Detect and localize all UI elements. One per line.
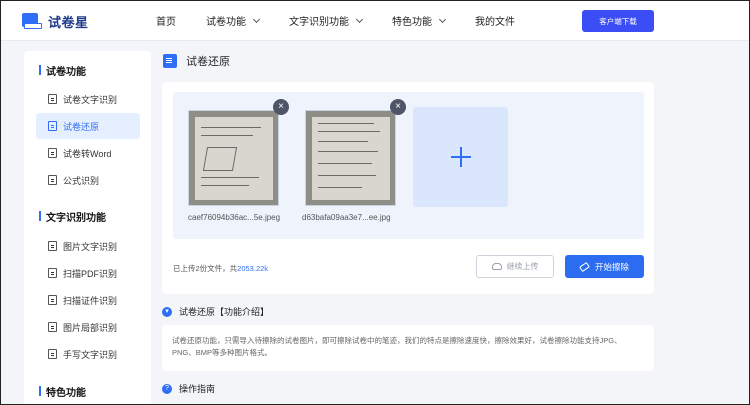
upload-card: × caef76094b36ac...5e.jpeg × d63bafa09aa… <box>162 82 654 294</box>
sidebar-group-exam: 试卷功能 <box>39 63 86 78</box>
nav-home[interactable]: 首页 <box>156 13 176 28</box>
pdf-icon <box>48 268 57 278</box>
main-nav: 首页 试卷功能 文字识别功能 特色功能 我的文件 <box>156 0 545 41</box>
intro-description: 试卷还原功能，只需导入待擦除的试卷图片，即可擦除试卷中的笔迹，我们的特点是擦除速… <box>162 325 654 371</box>
chevron-down-icon <box>438 15 447 23</box>
sidebar-item-label: 试卷转Word <box>63 148 112 159</box>
sidebar-item-image-ocr[interactable]: 图片文字识别 <box>36 233 140 259</box>
remove-file-button[interactable]: × <box>390 99 406 115</box>
sidebar-item-partial-ocr[interactable]: 图片局部识别 <box>36 314 140 340</box>
sidebar-item-label: 扫描证件识别 <box>63 295 118 306</box>
intro-title: 试卷还原【功能介绍】 <box>179 307 270 317</box>
sidebar-item-exam-restore[interactable]: 试卷还原 <box>36 113 140 139</box>
add-file-button[interactable] <box>413 107 508 207</box>
status-text: 已上传2份文件，共 <box>173 264 238 273</box>
guide-title: 操作指南 <box>179 384 216 394</box>
sidebar-item-handwriting-ocr[interactable]: 手写文字识别 <box>36 341 140 367</box>
sidebar-item-label: 试卷文字识别 <box>63 94 118 105</box>
sidebar-group-ocr: 文字识别功能 <box>39 209 106 224</box>
file-name: caef76094b36ac...5e.jpeg <box>188 213 281 222</box>
nav-my-files[interactable]: 我的文件 <box>475 13 515 28</box>
upload-status: 已上传2份文件，共2053.22k <box>173 263 268 274</box>
logo-icon <box>22 11 42 31</box>
id-card-icon <box>48 295 57 305</box>
page-header: 试卷还原 <box>163 53 230 69</box>
remove-file-button[interactable]: × <box>273 99 289 115</box>
guide-section-header: ? 操作指南 <box>162 382 215 395</box>
logo-text: 试卷星 <box>48 14 89 30</box>
nav-exam-features[interactable]: 试卷功能 <box>206 13 261 28</box>
chevron-down-icon <box>252 15 261 23</box>
page-title: 试卷还原 <box>186 56 230 68</box>
sidebar-item-label: 手写文字识别 <box>63 349 118 360</box>
sidebar-item-label: 图片文字识别 <box>63 241 118 252</box>
upload-area[interactable]: × caef76094b36ac...5e.jpeg × d63bafa09aa… <box>173 92 644 239</box>
logo[interactable]: 试卷星 <box>22 11 89 31</box>
formula-icon <box>48 175 57 185</box>
file-name: d63bafa09aa3e7...ee.jpg <box>302 213 391 222</box>
sidebar-item-id-ocr[interactable]: 扫描证件识别 <box>36 287 140 313</box>
document-icon <box>48 94 57 104</box>
uploaded-image-thumbnail <box>188 110 279 206</box>
pen-icon <box>48 349 57 359</box>
help-icon: ? <box>162 383 172 394</box>
sidebar-item-exam-ocr[interactable]: 试卷文字识别 <box>36 86 140 112</box>
sidebar-item-pdf-ocr[interactable]: 扫描PDF识别 <box>36 260 140 286</box>
nav-label: 特色功能 <box>392 17 432 28</box>
intro-section-header: ▾ 试卷还原【功能介绍】 <box>162 305 269 318</box>
sidebar: 试卷功能 试卷文字识别 试卷还原 试卷转Word 公式识别 文字识别功能 图片文… <box>24 51 151 405</box>
start-erase-button[interactable]: 开始擦除 <box>565 255 644 278</box>
chevron-down-icon <box>355 15 364 23</box>
nav-label: 试卷功能 <box>206 17 246 28</box>
sidebar-item-label: 扫描PDF识别 <box>63 268 118 279</box>
client-download-button[interactable]: 客户端下载 <box>582 10 654 32</box>
nav-label: 我的文件 <box>475 17 515 28</box>
button-label: 开始擦除 <box>594 261 629 272</box>
nav-label: 文字识别功能 <box>289 17 349 28</box>
plus-icon <box>450 147 471 167</box>
document-list-icon <box>163 54 177 68</box>
nav-label: 首页 <box>156 17 176 28</box>
image-icon <box>48 241 57 251</box>
sidebar-group-special: 特色功能 <box>39 384 86 399</box>
eraser-icon <box>579 261 590 272</box>
crop-icon <box>48 322 57 332</box>
sidebar-item-label: 图片局部识别 <box>63 322 118 333</box>
button-label: 继续上传 <box>506 262 539 271</box>
status-size: 2053.22k <box>237 264 269 273</box>
word-icon <box>48 148 57 158</box>
nav-ocr-features[interactable]: 文字识别功能 <box>289 13 364 28</box>
cloud-upload-icon <box>491 263 502 270</box>
sidebar-item-label: 试卷还原 <box>63 121 100 132</box>
uploaded-image-thumbnail <box>305 110 396 206</box>
sidebar-item-exam-to-word[interactable]: 试卷转Word <box>36 140 140 166</box>
sidebar-item-formula[interactable]: 公式识别 <box>36 167 140 193</box>
feature-badge-icon: ▾ <box>162 306 172 317</box>
document-icon <box>48 121 57 131</box>
sidebar-item-label: 公式识别 <box>63 175 100 186</box>
nav-special-features[interactable]: 特色功能 <box>392 13 447 28</box>
top-navbar: 试卷星 首页 试卷功能 文字识别功能 特色功能 我的文件 客户端下载 <box>0 0 750 41</box>
continue-upload-button[interactable]: 继续上传 <box>476 255 554 278</box>
